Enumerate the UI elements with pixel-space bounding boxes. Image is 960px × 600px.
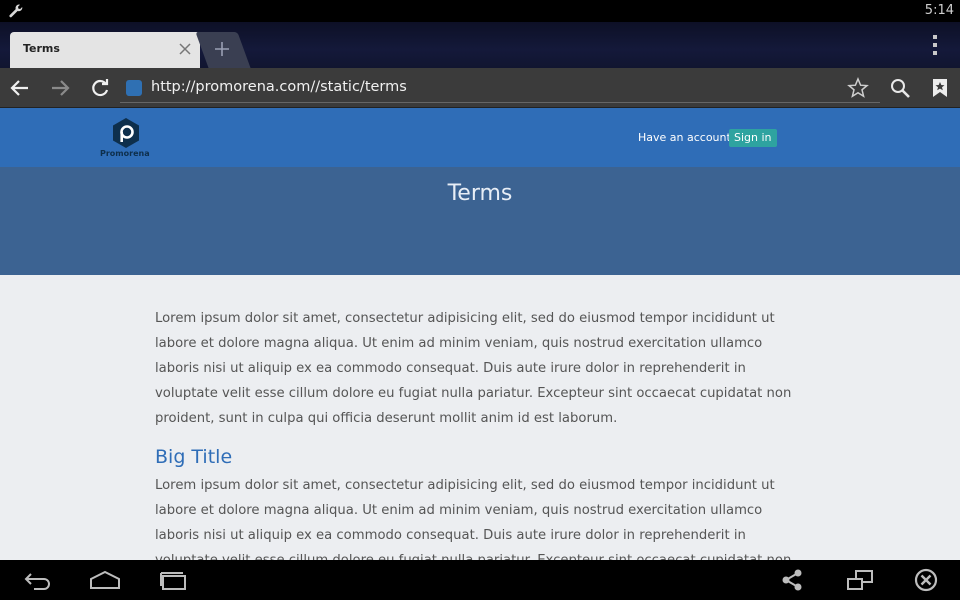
paragraph: Lorem ipsum dolor sit amet, consectetur …	[155, 478, 791, 560]
site-header: Promorena Have an account? Sign in	[0, 108, 960, 167]
search-icon[interactable]	[888, 76, 912, 100]
plus-icon[interactable]	[213, 40, 231, 58]
status-time: 5:14	[924, 3, 954, 18]
close-circle-icon[interactable]	[910, 568, 942, 592]
back-icon[interactable]	[22, 568, 54, 592]
site-favicon-icon	[126, 80, 142, 96]
reload-icon[interactable]	[88, 76, 112, 100]
recent-apps-icon[interactable]	[157, 568, 189, 592]
close-tab-icon[interactable]	[178, 42, 192, 56]
tab-title: Terms	[23, 42, 60, 55]
sign-in-button[interactable]: Sign in	[729, 129, 777, 147]
bookmarks-icon[interactable]	[928, 76, 952, 100]
home-icon[interactable]	[89, 568, 121, 592]
forward-arrow-icon[interactable]	[48, 76, 72, 100]
section-title: Big Title	[155, 446, 233, 468]
tab-strip: Terms	[0, 22, 960, 68]
wrench-icon	[9, 4, 23, 18]
overflow-menu-icon[interactable]	[932, 34, 938, 56]
tab-terms[interactable]: Terms	[10, 32, 200, 68]
page-hero: Terms	[0, 167, 960, 275]
system-nav-bar	[0, 560, 960, 600]
terms-content: Lorem ipsum dolor sit amet, consectetur …	[155, 306, 795, 560]
web-page: Promorena Have an account? Sign in Terms…	[0, 108, 960, 560]
screen-rotate-icon[interactable]	[844, 568, 876, 592]
status-bar: 5:14	[0, 0, 960, 22]
share-icon[interactable]	[776, 568, 808, 592]
url-text[interactable]: http://promorena.com//static/terms	[151, 79, 407, 95]
page-title: Terms	[447, 181, 513, 206]
star-icon[interactable]	[846, 76, 870, 100]
account-prompt: Have an account?	[638, 131, 737, 144]
logo-text: Promorena	[100, 149, 150, 158]
back-arrow-icon[interactable]	[8, 76, 32, 100]
browser-toolbar: http://promorena.com//static/terms	[0, 68, 960, 108]
paragraph: Lorem ipsum dolor sit amet, consectetur …	[155, 311, 792, 426]
address-bar[interactable]: http://promorena.com//static/terms	[120, 73, 880, 103]
